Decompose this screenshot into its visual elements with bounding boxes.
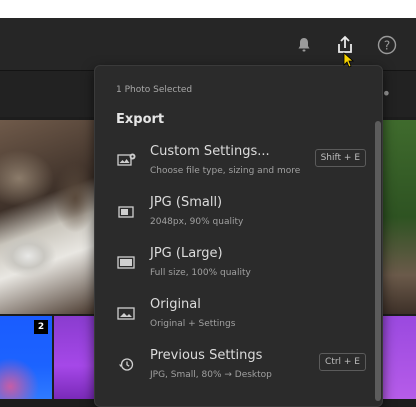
export-option-jpg-small[interactable]: JPG (Small) 2048px, 90% quality <box>95 195 382 241</box>
export-option-description: Original + Settings <box>150 319 236 329</box>
history-icon <box>117 356 135 372</box>
selection-count: 1 Photo Selected <box>116 85 193 95</box>
jpg-small-icon <box>117 203 135 219</box>
stack-count-badge: 2 <box>34 320 48 334</box>
export-option-original[interactable]: Original Original + Settings <box>95 297 382 343</box>
export-option-label: Original <box>150 297 201 312</box>
window-top-strip <box>0 0 416 18</box>
export-panel: 1 Photo Selected Export Custom Settings.… <box>94 65 383 407</box>
photo-thumbnail-purple[interactable] <box>54 316 96 399</box>
shortcut-badge: Shift + E <box>314 149 366 167</box>
export-option-jpg-large[interactable]: JPG (Large) Full size, 100% quality <box>95 246 382 292</box>
photo-thumbnail-right[interactable] <box>382 120 416 314</box>
export-option-previous-settings[interactable]: Previous Settings JPG, Small, 80% → Desk… <box>95 348 382 394</box>
shortcut-badge: Ctrl + E <box>319 353 366 371</box>
image-icon <box>117 305 135 321</box>
export-title: Export <box>116 112 165 127</box>
export-option-description: 2048px, 90% quality <box>150 217 244 227</box>
export-option-custom-settings[interactable]: Custom Settings... Choose file type, siz… <box>95 144 382 190</box>
svg-text:?: ? <box>384 39 390 53</box>
export-option-description: Choose file type, sizing and more <box>150 166 301 176</box>
export-option-label: Previous Settings <box>150 348 263 363</box>
bell-icon[interactable] <box>293 34 315 56</box>
export-option-label: JPG (Large) <box>150 246 223 261</box>
jpg-large-icon <box>117 254 135 270</box>
export-option-description: Full size, 100% quality <box>150 268 251 278</box>
help-icon[interactable]: ? <box>376 34 398 56</box>
photo-thumbnail-purple-right[interactable] <box>382 316 416 399</box>
scrollbar-thumb[interactable] <box>375 121 381 401</box>
export-option-label: Custom Settings... <box>150 144 270 159</box>
custom-settings-icon <box>117 152 136 168</box>
panel-scrollbar[interactable] <box>374 121 382 401</box>
mouse-cursor-icon <box>343 52 355 72</box>
export-option-description: JPG, Small, 80% → Desktop <box>150 370 272 380</box>
photo-thumbnail-waterfall[interactable] <box>0 120 94 314</box>
export-option-label: JPG (Small) <box>150 195 223 210</box>
